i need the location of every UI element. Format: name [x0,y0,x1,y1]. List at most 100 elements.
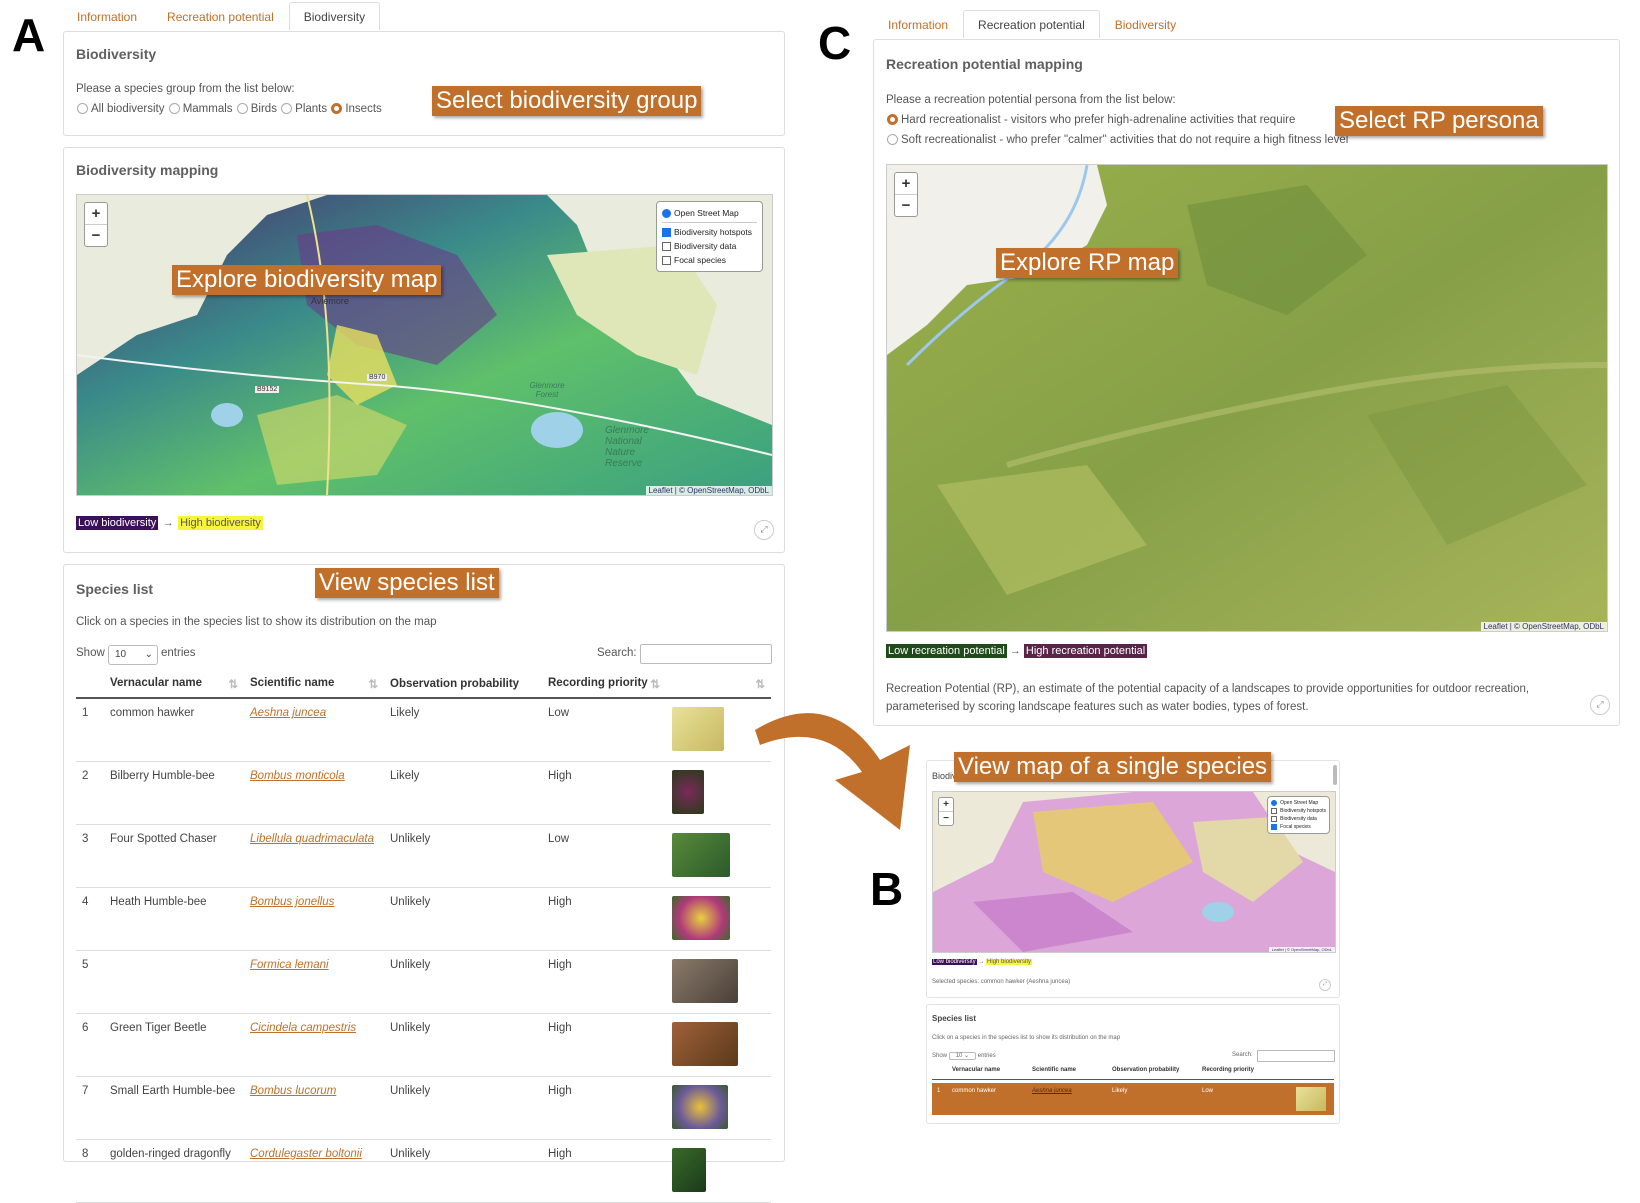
tab-biodiversity[interactable]: Biodiversity [1100,10,1191,38]
row-scientific-link[interactable]: Formica lemani [250,959,329,971]
row-probability: Likely [384,761,542,825]
row-scientific-link[interactable]: Bombus lucorum [250,1085,336,1097]
panel-letter-c: C [818,17,852,69]
col-vernacular[interactable]: Vernacular name ⇅ [104,671,244,699]
radio-plants[interactable] [281,103,293,115]
zoom-in-button[interactable]: + [85,203,107,225]
table-row[interactable]: 3 Four Spotted Chaser Libellula quadrima… [76,824,771,888]
table-row[interactable]: 5 Formica lemani Unlikely High [76,950,771,1014]
bio-legend: Low biodiversity → High biodiversity [932,959,1033,965]
rp-map[interactable]: + − Leaflet | © OpenStreetMap, ODbL [886,164,1608,632]
col-vernacular[interactable]: Vernacular name [952,1067,1000,1073]
map-attribution[interactable]: Leaflet | © OpenStreetMap, ODbL [1480,622,1607,631]
col-scientific[interactable]: Scientific name ⇅ [244,671,384,699]
zoom-in-button[interactable]: + [895,173,917,195]
zoom-out-button[interactable]: − [85,225,107,246]
entries-value: 10 [115,649,127,660]
search-label: Search: [1232,1052,1253,1058]
row-scientific-link[interactable]: Cordulegaster boltonii [250,1148,362,1160]
tab-biodiversity[interactable]: Biodiversity [288,2,381,30]
entries-value: 10 [955,1053,963,1059]
map-attribution[interactable]: Leaflet | © OpenStreetMap, ODbL [1268,947,1335,952]
zoom-control: + − [938,797,954,826]
radio-hard[interactable] [887,114,898,126]
row-priority: High [542,950,666,1014]
col-label: Recording priority [548,677,648,689]
row-scientific-link[interactable]: Aeshna juncea [250,707,326,719]
rp-option-hard[interactable]: Hard recreationalist - visitors who pref… [886,114,1295,126]
show-entries: Show 10 ⌄ entries [932,1052,996,1060]
show-label: Show [932,1053,948,1059]
col-index[interactable] [76,671,104,699]
table-row[interactable]: 7 Small Earth Humble-bee Bombus lucorum … [76,1076,771,1140]
zoom-in-button[interactable]: + [939,798,953,812]
table-row[interactable]: 4 Heath Humble-bee Bombus jonellus Unlik… [76,887,771,951]
row-priority: High [542,1139,666,1203]
expand-icon[interactable]: ⤢ [1319,979,1331,991]
row-scientific-link[interactable]: Bombus monticola [250,770,345,782]
single-species-map[interactable]: + − Open Street Map Biodiversity hotspot… [932,791,1336,953]
tab-information[interactable]: Information [873,10,963,38]
species-hint: Click on a species in the species list t… [932,1035,1121,1041]
layer-focal-row[interactable]: Focal species [1271,823,1326,831]
col-priority[interactable]: Recording priority [1202,1067,1254,1073]
row-scientific-link[interactable]: Cicindela campestris [250,1022,356,1034]
zoom-out-button[interactable]: − [939,812,953,825]
layer-data-row[interactable]: Biodiversity data [1271,815,1326,823]
table-row[interactable]: 6 Green Tiger Beetle Cicindela campestri… [76,1013,771,1077]
col-probability[interactable]: Observation probability [1112,1067,1179,1073]
row-probability: Unlikely [384,1076,542,1140]
species-list-card: Species list Click on a species in the s… [63,564,785,1203]
row-scientific-link[interactable]: Aeshna juncea [1032,1088,1072,1094]
card-title: Biodiv [932,771,957,781]
search-input[interactable] [1257,1050,1335,1062]
card-title: Recreation potential mapping [886,56,1083,72]
row-scientific-link[interactable]: Libellula quadrimaculata [250,833,374,845]
row-index: 8 [76,1139,104,1203]
table-row-selected[interactable]: 1 common hawker Aeshna juncea Likely Low [932,1083,1334,1115]
layer-base-row[interactable]: Open Street Map [662,206,757,220]
rp-description: Recreation Potential (RP), an estimate o… [886,683,1530,713]
biodiversity-map[interactable]: + − Open Street Map Biodiversity hotspot… [76,194,773,496]
layer-hotspots-row[interactable]: Biodiversity hotspots [1271,807,1326,815]
row-priority: Low [542,698,666,762]
tab-recreation-potential[interactable]: Recreation potential [152,2,289,30]
table-row[interactable]: 8 golden-ringed dragonfly Cordulegaster … [76,1139,771,1203]
species-thumbnail [672,1148,706,1192]
scrollbar[interactable] [1333,765,1337,785]
table-row[interactable]: 2 Bilberry Humble-bee Bombus monticola L… [76,761,771,825]
radio-insects[interactable] [331,103,343,115]
entries-select[interactable]: 10 ⌄ [108,645,158,665]
map-attribution[interactable]: Leaflet | © OpenStreetMap, ODbL [645,486,772,495]
entries-select[interactable]: 10 ⌄ [948,1052,977,1060]
tab-recreation-potential[interactable]: Recreation potential [963,10,1100,38]
row-vernacular: common hawker [104,698,244,762]
search-input[interactable] [640,644,772,664]
row-priority: Low [1202,1088,1214,1094]
expand-icon[interactable]: ⤢ [754,520,774,540]
radio-mammals[interactable] [168,103,180,115]
col-probability[interactable]: Observation probability [384,671,542,699]
tab-information[interactable]: Information [62,2,152,30]
rp-option-soft[interactable]: Soft recreationalist - who prefer "calme… [886,134,1348,146]
col-scientific[interactable]: Scientific name [1032,1067,1076,1073]
row-vernacular: Bilberry Humble-bee [104,761,244,825]
expand-icon[interactable]: ⤢ [1590,695,1610,715]
table-row[interactable]: 1 common hawker Aeshna juncea Likely Low [76,698,771,762]
species-thumbnail [672,896,730,940]
legend-low: Low recreation potential [886,644,1007,658]
radio-label: Soft recreationalist - who prefer "calme… [901,134,1349,146]
col-priority[interactable]: Recording priority ⇅ [542,671,666,699]
radio-soft[interactable] [887,134,898,146]
radio-all[interactable] [77,103,88,115]
layer-hotspots-row[interactable]: Biodiversity hotspots [662,225,757,239]
zoom-out-button[interactable]: − [895,195,917,216]
callout-single-species: View map of a single species [954,752,1272,782]
layer-base-row[interactable]: Open Street Map [1271,799,1326,807]
col-image[interactable]: ⇅ [666,671,771,699]
radio-birds[interactable] [236,103,248,115]
row-scientific-link[interactable]: Bombus jonellus [250,896,334,908]
checkbox-icon [1271,807,1278,814]
layer-focal-row[interactable]: Focal species [662,253,757,267]
layer-data-row[interactable]: Biodiversity data [662,239,757,253]
